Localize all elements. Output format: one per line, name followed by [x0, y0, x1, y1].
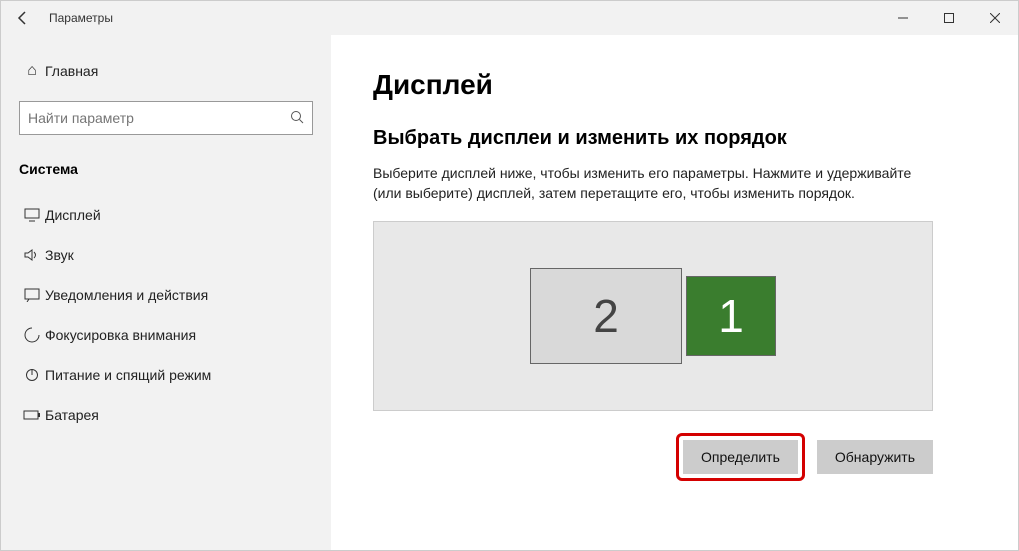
detect-button[interactable]: Обнаружить — [817, 440, 933, 474]
notifications-icon — [19, 288, 45, 302]
main-content: Дисплей Выбрать дисплеи и изменить их по… — [331, 35, 1018, 550]
sidebar-item-battery[interactable]: Батарея — [1, 395, 331, 435]
display-icon — [19, 208, 45, 222]
display-arrange-area[interactable]: 2 1 — [373, 221, 933, 411]
close-icon — [990, 13, 1000, 23]
section-description: Выберите дисплей ниже, чтобы изменить ег… — [373, 164, 933, 203]
sidebar-item-label: Питание и спящий режим — [45, 367, 211, 383]
minimize-icon — [898, 13, 908, 23]
sidebar-item-power[interactable]: Питание и спящий режим — [1, 355, 331, 395]
back-button[interactable] — [1, 1, 45, 35]
search-box[interactable] — [19, 101, 313, 135]
sidebar-category: Система — [1, 151, 331, 195]
monitor-2-label: 2 — [593, 289, 619, 343]
window-title: Параметры — [49, 11, 113, 25]
power-icon — [19, 367, 45, 383]
search-icon — [290, 110, 304, 127]
sidebar-item-label: Батарея — [45, 407, 99, 423]
identify-button[interactable]: Определить — [683, 440, 798, 474]
monitor-1-label: 1 — [718, 289, 744, 343]
focus-icon — [19, 327, 45, 343]
close-button[interactable] — [972, 1, 1018, 35]
section-heading: Выбрать дисплеи и изменить их порядок — [373, 127, 1018, 150]
minimize-button[interactable] — [880, 1, 926, 35]
search-input[interactable] — [28, 110, 290, 126]
home-icon: ⌂ — [19, 62, 45, 80]
sidebar-item-label: Дисплей — [45, 207, 101, 223]
maximize-button[interactable] — [926, 1, 972, 35]
sidebar-item-label: Звук — [45, 247, 74, 263]
page-title: Дисплей — [373, 69, 1018, 101]
monitor-1[interactable]: 1 — [686, 276, 776, 356]
sidebar-home-label: Главная — [45, 63, 98, 79]
back-arrow-icon — [15, 10, 31, 26]
sidebar-item-label: Фокусировка внимания — [45, 327, 196, 343]
sidebar: ⌂ Главная Система Дисплей Звук Уведомлен — [1, 35, 331, 550]
battery-icon — [19, 410, 45, 420]
sidebar-item-sound[interactable]: Звук — [1, 235, 331, 275]
maximize-icon — [944, 13, 954, 23]
sidebar-home[interactable]: ⌂ Главная — [1, 51, 331, 91]
sound-icon — [19, 248, 45, 262]
window-controls — [880, 1, 1018, 35]
sidebar-item-notifications[interactable]: Уведомления и действия — [1, 275, 331, 315]
highlight-annotation: Определить — [676, 433, 805, 481]
sidebar-item-focus[interactable]: Фокусировка внимания — [1, 315, 331, 355]
titlebar: Параметры — [1, 1, 1018, 35]
monitor-2[interactable]: 2 — [530, 268, 682, 364]
sidebar-item-display[interactable]: Дисплей — [1, 195, 331, 235]
sidebar-item-label: Уведомления и действия — [45, 287, 208, 303]
